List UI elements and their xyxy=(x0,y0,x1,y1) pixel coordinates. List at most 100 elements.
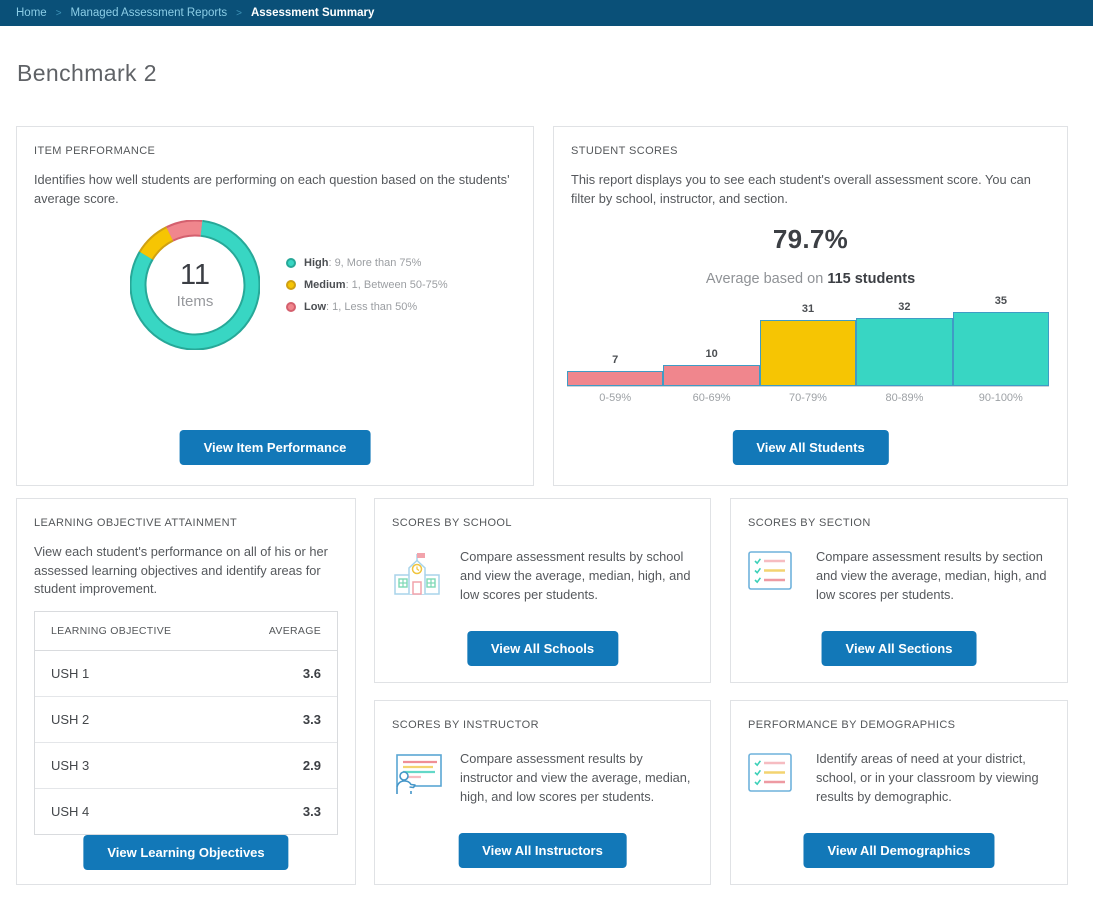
breadcrumb-assessment-summary: Assessment Summary xyxy=(251,7,374,19)
histogram-bar xyxy=(856,318,952,386)
table-row: USH 3 2.9 xyxy=(35,743,337,789)
table-header-row: LEARNING OBJECTIVE AVERAGE xyxy=(35,612,337,651)
bar-category-label: 70-79% xyxy=(760,392,856,404)
donut-legend: High: 9, More than 75% Medium: 1, Between… xyxy=(286,257,448,313)
card-student-scores: STUDENT SCORES This report displays you … xyxy=(553,126,1068,486)
card-description: Compare assessment results by section an… xyxy=(816,547,1050,605)
view-learning-objectives-button[interactable]: View Learning Objectives xyxy=(83,835,288,870)
card-title: STUDENT SCORES xyxy=(571,145,1050,157)
page-title: Benchmark 2 xyxy=(17,60,157,87)
student-scores-histogram: 70-59%1060-69%3170-79%3280-89%3590-100% xyxy=(567,289,1049,387)
column-header-objective: LEARNING OBJECTIVE xyxy=(51,625,171,637)
breadcrumb-separator: > xyxy=(236,8,242,19)
instructor-presentation-icon xyxy=(392,749,444,800)
card-title: SCORES BY SCHOOL xyxy=(392,517,693,529)
histogram-bar-group: 3280-89% xyxy=(856,289,952,386)
table-body: USH 13.6 USH 2 3.3 USH 3 2.9 USH 4 3.3 xyxy=(35,651,337,834)
breadcrumb-managed-assessment-reports[interactable]: Managed Assessment Reports xyxy=(71,7,228,19)
card-performance-by-demographics: PERFORMANCE BY DEMOGRAPHICS Identify are… xyxy=(730,700,1068,885)
histogram-bar xyxy=(663,365,759,386)
legend-detail: : 1, Between 50-75% xyxy=(346,279,448,291)
card-scores-by-instructor: SCORES BY INSTRUCTOR Compare assessment … xyxy=(374,700,711,885)
bar-category-label: 90-100% xyxy=(953,392,1049,404)
average-score-value: 79.7% xyxy=(571,224,1050,255)
average-cell: 3.6 xyxy=(303,666,321,681)
donut-center-label: 11 Items xyxy=(130,220,260,350)
table-row: USH 4 3.3 xyxy=(35,789,337,834)
card-scores-by-section: SCORES BY SECTION Compare assessment res… xyxy=(730,498,1068,683)
card-title: PERFORMANCE BY DEMOGRAPHICS xyxy=(748,719,1050,731)
view-all-schools-button[interactable]: View All Schools xyxy=(467,631,618,666)
bar-value-label: 7 xyxy=(567,354,663,366)
histogram-bar xyxy=(953,312,1049,386)
average-score-caption: Average based on 115 students xyxy=(571,271,1050,287)
breadcrumb: Home > Managed Assessment Reports > Asse… xyxy=(0,0,1093,26)
checklist-icon xyxy=(748,749,800,798)
bar-value-label: 32 xyxy=(856,301,952,313)
school-icon xyxy=(392,547,444,602)
legend-label: High xyxy=(304,257,328,269)
card-content: Identify areas of need at your district,… xyxy=(748,749,1050,807)
histogram-bar-group: 3170-79% xyxy=(760,289,856,386)
legend-label: Medium xyxy=(304,279,346,291)
bar-category-label: 60-69% xyxy=(663,392,759,404)
card-title: ITEM PERFORMANCE xyxy=(34,145,516,157)
histogram-bar xyxy=(567,371,663,386)
card-description: This report displays you to see each stu… xyxy=(571,171,1050,208)
histogram-bar xyxy=(760,320,856,386)
learning-objective-table: LEARNING OBJECTIVE AVERAGE USH 13.6USH 2… xyxy=(34,611,338,835)
histogram-bar-group: 3590-100% xyxy=(953,289,1049,386)
item-performance-chart-area: 11 Items High: 9, More than 75%Medium: 1… xyxy=(34,220,516,350)
card-scores-by-school: SCORES BY SCHOOL Compare assessment resu… xyxy=(374,498,711,683)
card-title: LEARNING OBJECTIVE ATTAINMENT xyxy=(34,517,338,529)
column-header-average: AVERAGE xyxy=(269,625,321,637)
view-item-performance-button[interactable]: View Item Performance xyxy=(180,430,371,465)
objective-cell: USH 3 xyxy=(51,758,89,773)
average-cell: 2.9 xyxy=(303,758,321,773)
caption-students-count: 115 students xyxy=(827,271,915,287)
bar-value-label: 35 xyxy=(953,295,1049,307)
card-description: View each student's performance on all o… xyxy=(34,543,338,599)
checklist-icon xyxy=(748,547,800,596)
objective-cell: USH 2 xyxy=(51,712,89,727)
average-cell: 3.3 xyxy=(303,804,321,819)
legend-detail: : 1, Less than 50% xyxy=(326,301,417,313)
card-description: Identifies how well students are perform… xyxy=(34,171,516,208)
legend-dot xyxy=(286,258,296,268)
legend-item: Medium: 1, Between 50-75% xyxy=(286,279,448,291)
legend-dot xyxy=(286,280,296,290)
table-row: USH 13.6 xyxy=(35,651,337,697)
legend-detail: : 9, More than 75% xyxy=(328,257,421,269)
average-cell: 3.3 xyxy=(303,712,321,727)
view-all-instructors-button[interactable]: View All Instructors xyxy=(458,833,627,868)
card-content: Compare assessment results by section an… xyxy=(748,547,1050,605)
card-item-performance: ITEM PERFORMANCE Identifies how well stu… xyxy=(16,126,534,486)
card-title: SCORES BY SECTION xyxy=(748,517,1050,529)
view-all-sections-button[interactable]: View All Sections xyxy=(822,631,977,666)
objective-cell: USH 4 xyxy=(51,804,89,819)
histogram-bar-group: 70-59% xyxy=(567,289,663,386)
bar-value-label: 10 xyxy=(663,348,759,360)
table-row: USH 2 3.3 xyxy=(35,697,337,743)
card-description: Identify areas of need at your district,… xyxy=(816,749,1050,807)
breadcrumb-separator: > xyxy=(56,8,62,19)
card-title: SCORES BY INSTRUCTOR xyxy=(392,719,693,731)
card-description: Compare assessment results by instructor… xyxy=(460,749,693,807)
card-content: Compare assessment results by instructor… xyxy=(392,749,693,807)
legend-dot xyxy=(286,302,296,312)
legend-label: Low xyxy=(304,301,326,313)
card-content: Compare assessment results by school and… xyxy=(392,547,693,605)
legend-item: High: 9, More than 75% xyxy=(286,257,448,269)
view-all-students-button[interactable]: View All Students xyxy=(732,430,888,465)
legend-item: Low: 1, Less than 50% xyxy=(286,301,448,313)
bar-category-label: 0-59% xyxy=(567,392,663,404)
histogram-bar-group: 1060-69% xyxy=(663,289,759,386)
bar-value-label: 31 xyxy=(760,303,856,315)
card-description: Compare assessment results by school and… xyxy=(460,547,693,605)
donut-total: 11 xyxy=(180,261,210,290)
view-all-demographics-button[interactable]: View All Demographics xyxy=(803,833,994,868)
caption-prefix: Average based on xyxy=(706,271,827,287)
breadcrumb-home[interactable]: Home xyxy=(16,7,47,19)
donut-total-label: Items xyxy=(177,293,214,310)
card-learning-objective-attainment: LEARNING OBJECTIVE ATTAINMENT View each … xyxy=(16,498,356,885)
